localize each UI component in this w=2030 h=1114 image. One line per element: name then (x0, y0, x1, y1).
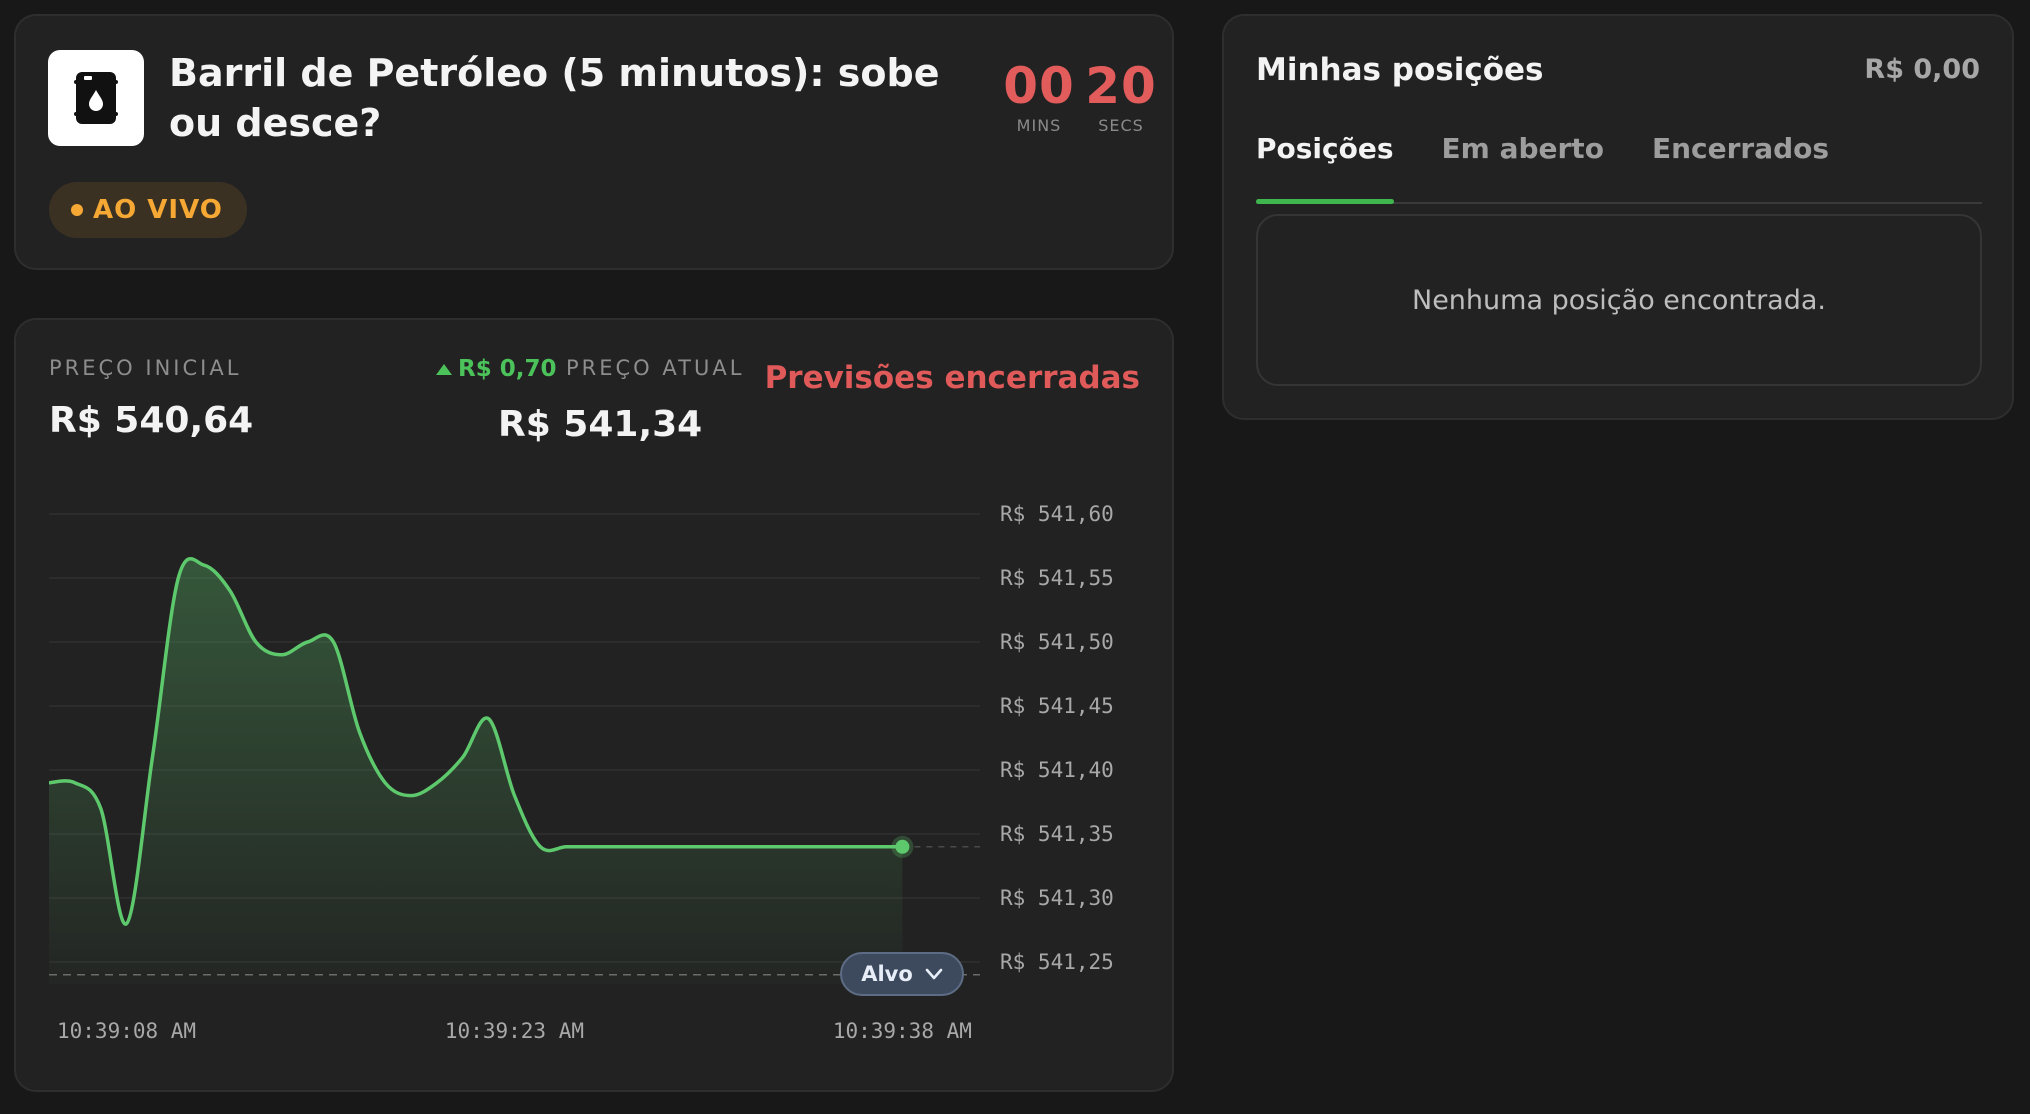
positions-tabs: Posições Em aberto Encerrados (1256, 120, 1982, 204)
market-title: Barril de Petróleo (5 minutos): sobe ou … (169, 51, 940, 145)
countdown-seconds: 20 SECS (1073, 58, 1169, 135)
y-tick-label: R$ 541,30 (1000, 886, 1114, 910)
y-tick-label: R$ 541,50 (1000, 630, 1114, 654)
price-chart-card: PREÇO INICIAL R$ 540,64 R$ 0,70 PREÇO AT… (14, 318, 1174, 1092)
positions-balance: R$ 0,00 (1864, 54, 1980, 85)
countdown-seconds-label: SECS (1098, 116, 1144, 135)
market-header-card: Barril de Petróleo (5 minutos): sobe ou … (14, 14, 1174, 270)
countdown-seconds-value: 20 (1085, 57, 1157, 115)
current-point-marker (895, 839, 910, 854)
oil-barrel-icon (48, 50, 144, 146)
tab-posicoes[interactable]: Posições (1256, 120, 1394, 204)
live-status-text: AO VIVO (93, 195, 223, 225)
x-tick-label: 10:39:08 AM (57, 1019, 196, 1043)
y-tick-label: R$ 541,25 (1000, 950, 1114, 974)
x-tick-label: 10:39:38 AM (833, 1019, 972, 1043)
positions-empty-state: Nenhuma posição encontrada. (1256, 214, 1982, 386)
y-tick-label: R$ 541,60 (1000, 502, 1114, 526)
price-chart: R$ 541,60 R$ 541,55 R$ 541,50 R$ 541,45 R$ 5… (48, 502, 1114, 1043)
live-status-badge: AO VIVO (49, 182, 247, 238)
price-area-fill (49, 558, 903, 984)
y-tick-label: R$ 541,35 (1000, 822, 1114, 846)
empty-state-message: Nenhuma posição encontrada. (1412, 284, 1826, 316)
y-tick-label: R$ 541,45 (1000, 694, 1114, 718)
positions-panel: Minhas posições R$ 0,00 Posições Em aber… (1222, 14, 2014, 420)
tab-encerrados[interactable]: Encerrados (1652, 120, 1829, 188)
x-tick-label: 10:39:23 AM (445, 1019, 584, 1043)
tab-em-aberto[interactable]: Em aberto (1442, 120, 1604, 188)
live-dot-icon (71, 204, 83, 216)
y-tick-label: R$ 541,55 (1000, 566, 1114, 590)
chevron-down-icon (925, 968, 943, 980)
positions-title: Minhas posições (1256, 52, 1544, 88)
target-label: Alvo (861, 962, 913, 986)
y-tick-label: R$ 541,40 (1000, 758, 1114, 782)
target-toggle-button[interactable]: Alvo (840, 952, 964, 996)
